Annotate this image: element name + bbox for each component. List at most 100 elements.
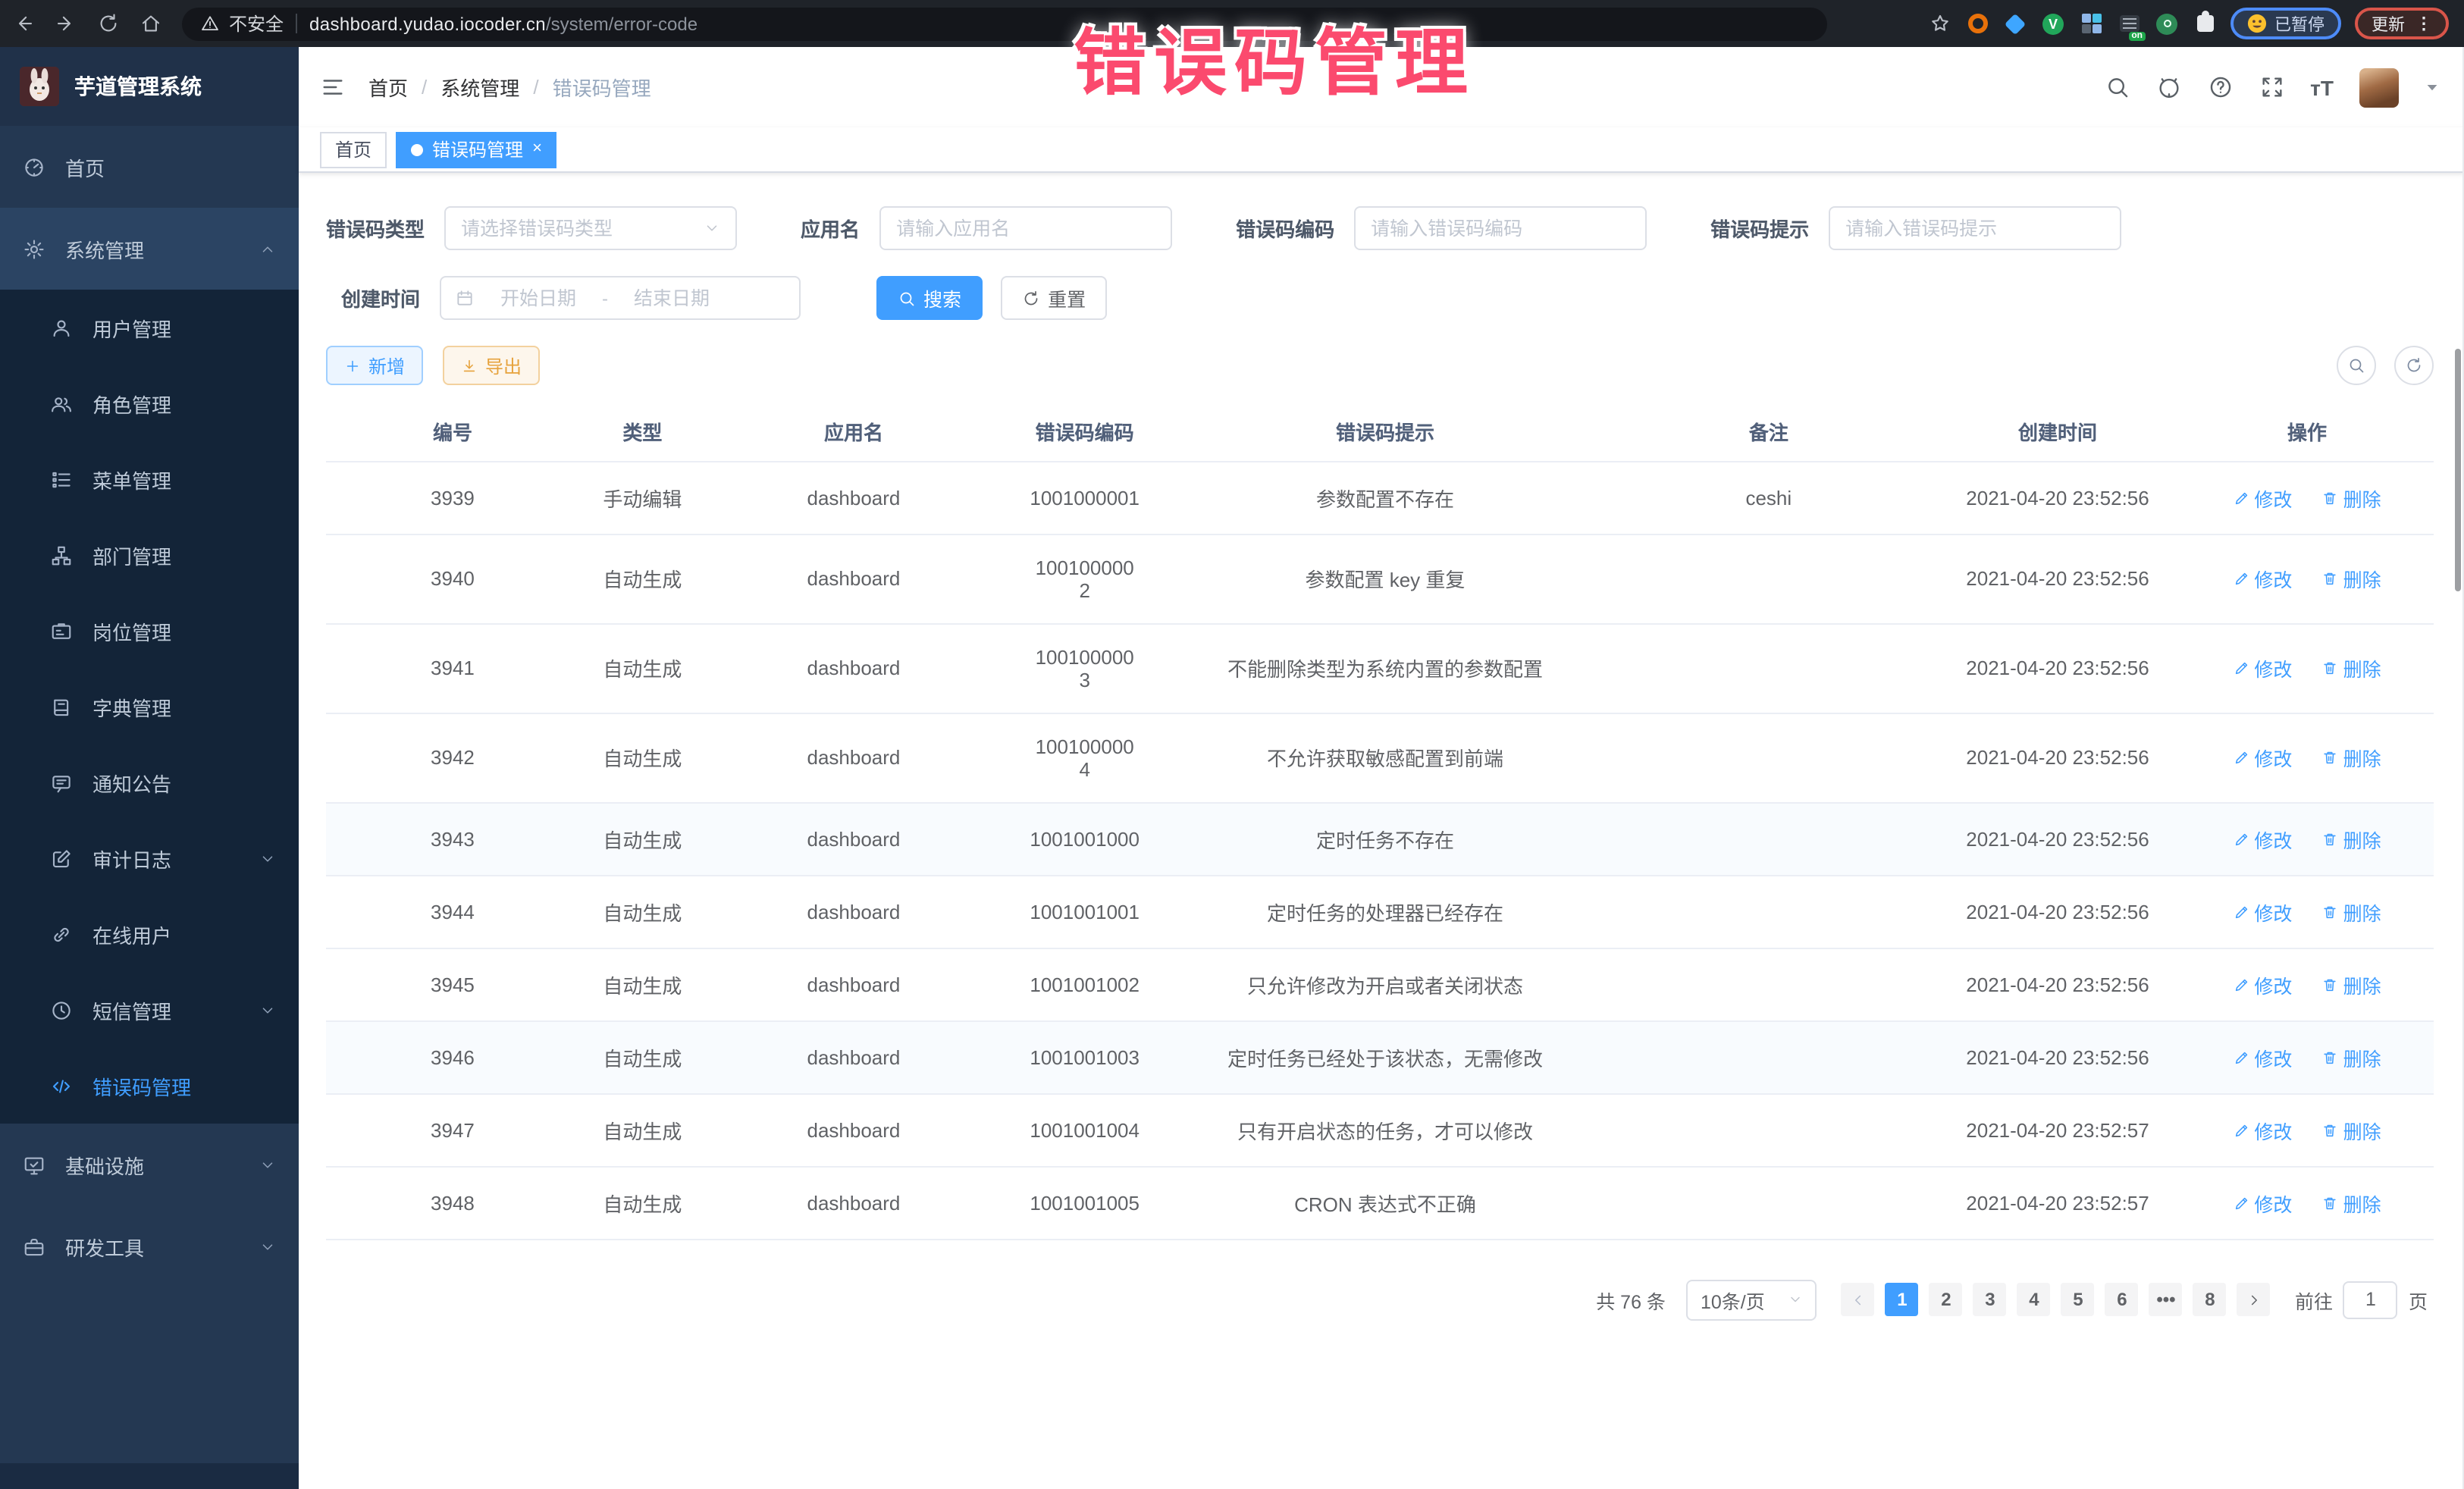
page-button[interactable]: 4 <box>2017 1283 2051 1316</box>
breadcrumb-system[interactable]: 系统管理 <box>440 73 519 102</box>
cell-type: 自动生成 <box>603 974 682 997</box>
page-ellipsis[interactable]: ••• <box>2149 1283 2183 1316</box>
add-button[interactable]: 新增 <box>326 346 423 385</box>
page-button[interactable]: 6 <box>2105 1283 2139 1316</box>
edit-link[interactable]: 修改 <box>2233 1188 2292 1217</box>
sidebar-item-audit-log[interactable]: 审计日志 <box>0 820 299 896</box>
next-page-button[interactable] <box>2237 1283 2271 1316</box>
export-button[interactable]: 导出 <box>443 346 540 385</box>
hamburger-icon[interactable] <box>320 74 346 100</box>
start-date-input[interactable] <box>484 287 593 309</box>
update-chip[interactable]: 更新 ⋮ <box>2355 8 2449 39</box>
edit-link[interactable]: 修改 <box>2233 564 2292 593</box>
font-size-icon[interactable]: тT <box>2310 75 2334 99</box>
edit-link[interactable]: 修改 <box>2233 970 2292 998</box>
delete-link[interactable]: 删除 <box>2322 970 2381 998</box>
avatar[interactable] <box>2359 67 2399 107</box>
sidebar-item-roles[interactable]: 角色管理 <box>0 365 299 441</box>
reset-button[interactable]: 重置 <box>1001 276 1107 320</box>
delete-link[interactable]: 删除 <box>2322 654 2381 682</box>
sidebar-item-departments[interactable]: 部门管理 <box>0 517 299 593</box>
search-icon[interactable] <box>2104 74 2130 100</box>
date-range-picker[interactable]: - <box>440 276 801 320</box>
sidebar-item-menus[interactable]: 菜单管理 <box>0 441 299 517</box>
delete-link[interactable]: 删除 <box>2322 1042 2381 1071</box>
tab-error-code[interactable]: 错误码管理 × <box>396 131 557 168</box>
extension-grid-icon[interactable] <box>2079 11 2103 36</box>
breadcrumb-home[interactable]: 首页 <box>368 73 408 102</box>
cell-time: 2021-04-20 23:52:56 <box>1966 973 2149 995</box>
delete-link[interactable]: 删除 <box>2322 1115 2381 1144</box>
sidebar-item-dev-tools[interactable]: 研发工具 <box>0 1205 299 1287</box>
sidebar-item-home[interactable]: 首页 <box>0 126 299 208</box>
extension-v-icon[interactable]: V <box>2041 11 2065 36</box>
page-button[interactable]: 1 <box>1886 1283 1919 1316</box>
logo-row[interactable]: 芋道管理系统 <box>0 47 299 126</box>
sidebar-item-error-code[interactable]: 错误码管理 <box>0 1048 299 1124</box>
end-date-input[interactable] <box>617 287 726 309</box>
bookmark-star-icon[interactable] <box>1929 12 1951 35</box>
sidebar-item-online-users[interactable]: 在线用户 <box>0 896 299 972</box>
cell-app: dashboard <box>807 746 901 769</box>
security-indicator[interactable]: 不安全 <box>200 11 284 36</box>
edit-link[interactable]: 修改 <box>2233 654 2292 682</box>
forward-icon[interactable] <box>55 12 77 35</box>
sidebar-item-users[interactable]: 用户管理 <box>0 290 299 365</box>
scrollbar-thumb[interactable] <box>2455 349 2461 591</box>
error-code-input[interactable] <box>1354 206 1647 250</box>
goto-page-input[interactable] <box>2343 1281 2398 1318</box>
delete-link[interactable]: 删除 <box>2322 897 2381 926</box>
edit-link[interactable]: 修改 <box>2233 897 2292 926</box>
sidebar-item-notices[interactable]: 通知公告 <box>0 744 299 820</box>
profile-chip[interactable]: 已暂停 <box>2230 8 2341 39</box>
extension-switch-icon[interactable]: on <box>2117 11 2141 36</box>
page-button[interactable]: 2 <box>1930 1283 1963 1316</box>
search-button[interactable]: 搜索 <box>876 276 983 320</box>
page-size-select[interactable]: 10条/页 <box>1687 1279 1817 1320</box>
cell-msg: 只允许修改为开启或者关闭状态 <box>1247 974 1523 997</box>
github-icon[interactable] <box>2155 74 2181 100</box>
help-icon[interactable] <box>2207 74 2233 100</box>
app-name-input[interactable] <box>879 206 1172 250</box>
home-icon[interactable] <box>140 12 162 35</box>
extension-gem-icon[interactable] <box>2003 11 2027 36</box>
filter-code-label: 错误码编码 <box>1236 214 1334 243</box>
toggle-search-button[interactable] <box>2337 346 2376 385</box>
prev-page-button[interactable] <box>1842 1283 1875 1316</box>
delete-link[interactable]: 删除 <box>2322 483 2381 512</box>
delete-link[interactable]: 删除 <box>2322 824 2381 853</box>
edit-link[interactable]: 修改 <box>2233 743 2292 772</box>
sidebar-item-infrastructure[interactable]: 基础设施 <box>0 1124 299 1205</box>
edit-link[interactable]: 修改 <box>2233 824 2292 853</box>
dashboard-icon <box>23 155 45 178</box>
error-type-select-input[interactable] <box>461 218 688 239</box>
caret-down-icon[interactable] <box>2425 74 2440 101</box>
code-icon <box>50 1074 73 1097</box>
edit-link[interactable]: 修改 <box>2233 1115 2292 1144</box>
page-button[interactable]: 3 <box>1973 1283 2007 1316</box>
tab-home[interactable]: 首页 <box>320 131 387 168</box>
tab-close-icon[interactable]: × <box>532 141 542 158</box>
page-button[interactable]: 8 <box>2193 1283 2227 1316</box>
extension-puzzle-icon[interactable] <box>2193 11 2217 36</box>
error-type-select[interactable] <box>444 206 737 250</box>
extension-key-icon[interactable] <box>2155 11 2179 36</box>
sidebar-item-system[interactable]: 系统管理 <box>0 208 299 290</box>
page-button[interactable]: 5 <box>2061 1283 2095 1316</box>
edit-link[interactable]: 修改 <box>2233 483 2292 512</box>
delete-link[interactable]: 删除 <box>2322 564 2381 593</box>
edit-link[interactable]: 修改 <box>2233 1042 2292 1071</box>
fullscreen-icon[interactable] <box>2259 74 2284 100</box>
back-icon[interactable] <box>12 12 35 35</box>
address-bar[interactable]: 不安全 dashboard.yudao.iocoder.cn/system/er… <box>182 7 1827 40</box>
sidebar-item-sms[interactable]: 短信管理 <box>0 972 299 1048</box>
reload-icon[interactable] <box>97 12 120 35</box>
error-msg-input[interactable] <box>1829 206 2121 250</box>
sidebar-item-dictionary[interactable]: 字典管理 <box>0 669 299 744</box>
delete-link[interactable]: 删除 <box>2322 1188 2381 1217</box>
extension-ublock-icon[interactable] <box>1965 11 1989 36</box>
browser-menu-icon[interactable]: ⋮ <box>2415 14 2432 33</box>
delete-link[interactable]: 删除 <box>2322 743 2381 772</box>
refresh-table-button[interactable] <box>2394 346 2434 385</box>
sidebar-item-posts[interactable]: 岗位管理 <box>0 593 299 669</box>
